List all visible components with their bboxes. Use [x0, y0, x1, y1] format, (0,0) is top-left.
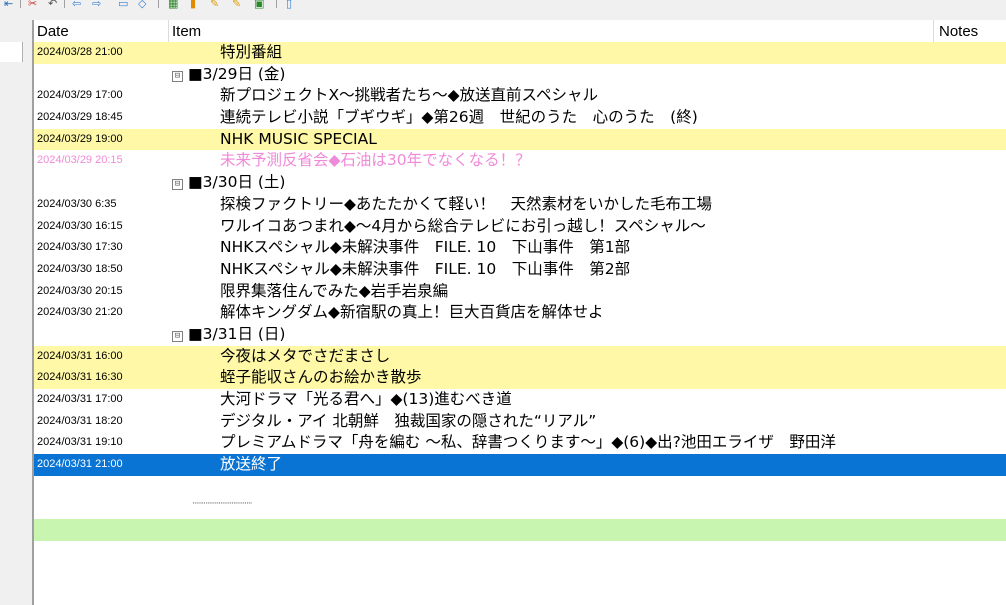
collapse-icon[interactable]: ⊟: [172, 70, 183, 82]
list-item-date: 2024/03/30 6:35: [37, 197, 117, 210]
toolbar-separator: [276, 0, 277, 8]
list-item-title: 特別番組: [220, 43, 283, 61]
calendar-icon[interactable]: ▦: [168, 0, 178, 9]
group-label: ■3/30日 (土): [188, 173, 286, 192]
list-item-date: 2024/03/31 19:10: [37, 436, 123, 449]
column-header-notes[interactable]: Notes: [934, 20, 1006, 42]
list-item-date: 2024/03/30 16:15: [37, 219, 123, 232]
list-item-date: 2024/03/29 17:00: [37, 89, 123, 102]
list-item-title: NHKスペシャル◆未解決事件 FILE. 10 下山事件 第2部: [220, 259, 631, 278]
list-item-title: 放送終了: [220, 455, 283, 474]
toolbar-separator: [20, 0, 21, 8]
list-item[interactable]: 2024/03/31 16:00 今夜はメタでさだまさし: [34, 345, 1006, 368]
search-next-icon[interactable]: ✎: [232, 0, 241, 9]
list-item[interactable]: 2024/03/30 20:15 限界集落住んでみた◆岩手岩泉編: [34, 281, 1006, 303]
list-item[interactable]: 2024/03/31 18:20 デジタル・アイ 北朝鮮 独裁国家の隠された“リア…: [34, 411, 1006, 433]
toolbar-separator: [158, 0, 159, 8]
list-item[interactable]: 2024/03/29 20:15 未来予測反省会◆石油は30年でなくなる！？: [34, 150, 1006, 172]
list-item-date: 2024/03/29 19:00: [37, 132, 123, 145]
list-item-date: 2024/03/29 18:45: [37, 111, 123, 124]
list-item[interactable]: [34, 476, 1006, 498]
group-header-content: ⊟ ■3/31日 (日): [172, 324, 285, 346]
list-item-date: 2024/03/29 20:15: [37, 154, 123, 167]
group-header-content: ⊟ ■3/30日 (土): [172, 172, 285, 194]
list-item[interactable]: 2024/03/28 21:00 特別番組: [34, 42, 1006, 64]
list-item-title: NHKスペシャル◆未解決事件 FILE. 10 下山事件 第1部: [220, 238, 631, 257]
list-item-title: 新プロジェクトX～挑戦者たち～◆放送直前スペシャル: [220, 86, 598, 105]
back-icon[interactable]: ⇤: [4, 0, 13, 9]
column-header: Date Item Notes: [34, 20, 1006, 43]
list-item-date: 2024/03/31 17:00: [37, 393, 123, 405]
list-item-date: 2024/03/31 18:20: [37, 414, 123, 427]
list-item-title: NHK MUSIC SPECIAL: [220, 129, 377, 148]
group-header[interactable]: ⊟ ■3/29日 (金): [34, 64, 1006, 86]
list-item[interactable]: 2024/03/30 6:35 探検ファクトリー◆あたたかくて軽い！ 天然素材をい…: [34, 194, 1006, 216]
list-item-title: 大河ドラマ「光る君へ」◆(13)進むべき道: [220, 390, 512, 408]
list-item-title: 連続テレビ小説「ブギウギ」◆第26週 世紀のうた 心のうた (終): [220, 108, 698, 127]
list-item-date: 2024/03/28 21:00: [37, 46, 123, 58]
list-item[interactable]: 2024/03/30 21:20 解体キングダム◆新宿駅の真上！巨大百貨店を解体せ…: [34, 302, 1006, 324]
program-list[interactable]: Date Item Notes 2024/03/28 21:00 特別番組 ⊟ ■3/…: [34, 20, 1006, 605]
list-item-title: 解体キングダム◆新宿駅の真上！巨大百貨店を解体せよ: [220, 303, 604, 322]
list-item[interactable]: 2024/03/31 17:00 大河ドラマ「光る君へ」◆(13)進むべき道: [34, 389, 1006, 411]
list-item[interactable]: 2024/03/29 18:45 連続テレビ小説「ブギウギ」◆第26週 世紀のうた…: [34, 107, 1006, 129]
list-item[interactable]: 2024/03/29 19:00 NHK MUSIC SPECIAL: [34, 128, 1006, 151]
list-item-date: 2024/03/30 20:15: [37, 284, 123, 297]
list-placeholder: ································: [34, 497, 1006, 519]
list-rows: 2024/03/28 21:00 特別番組 ⊟ ■3/29日 (金) 2024/03/2…: [34, 42, 1006, 541]
list-item[interactable]: [34, 519, 1006, 541]
toolbar-separator: [64, 0, 65, 8]
list-item[interactable]: 2024/03/31 19:10 プレミアムドラマ「舟を編む ～私、辞書つくります…: [34, 432, 1006, 454]
list-item-date: 2024/03/30 17:30: [37, 241, 123, 254]
column-header-item[interactable]: Item: [169, 20, 933, 42]
list-item-date: 2024/03/30 21:20: [37, 306, 123, 319]
list-item-title: 限界集落住んでみた◆岩手岩泉編: [220, 281, 449, 300]
view-icon[interactable]: ◇: [138, 0, 146, 9]
list-item-date: 2024/03/31 16:00: [37, 349, 123, 362]
group-header[interactable]: ⊟ ■3/31日 (日): [34, 324, 1006, 346]
list-item[interactable]: 2024/03/29 17:00 新プロジェクトX～挑戦者たち～◆放送直前スペシャ…: [34, 85, 1006, 107]
search-icon[interactable]: ✎: [210, 0, 219, 9]
cut-icon[interactable]: ✂: [28, 0, 37, 9]
left-pane[interactable]: [0, 20, 32, 605]
list-item[interactable]: 2024/03/31 16:30 蛭子能収さんのお絵かき散歩: [34, 367, 1006, 389]
group-label: ■3/31日 (日): [188, 324, 286, 343]
group-label: ■3/29日 (金): [188, 64, 286, 83]
list-item[interactable]: 2024/03/30 16:15 ワルイコあつまれ◆～4月から総合テレビにお引っ越…: [34, 216, 1006, 238]
list-item-title: プレミアムドラマ「舟を編む ～私、辞書つくります～」◆(6)◆出?池田エライザ …: [220, 433, 836, 452]
collapse-icon[interactable]: ⊟: [172, 330, 183, 342]
list-item-title: 蛭子能収さんのお絵かき散歩: [220, 368, 422, 387]
page-icon[interactable]: ▯: [286, 0, 292, 9]
list-item-title: 未来予測反省会◆石油は30年でなくなる！？: [220, 151, 531, 170]
list-item-date: 2024/03/30 18:50: [37, 262, 123, 275]
dotted-line: ································: [192, 499, 253, 510]
undo-icon[interactable]: ↶: [48, 0, 57, 9]
arrow-left-icon[interactable]: ⇦: [72, 0, 81, 9]
list-item-title: 探検ファクトリー◆あたたかくて軽い！ 天然素材をいかした毛布工場: [220, 194, 712, 213]
list-item-date: 2024/03/31 21:00: [37, 458, 123, 471]
column-header-date[interactable]: Date: [34, 20, 168, 42]
pin-icon[interactable]: ▮: [190, 0, 196, 9]
arrow-right-icon[interactable]: ⇨: [92, 0, 101, 9]
left-pane-selection[interactable]: [0, 42, 23, 62]
collapse-icon[interactable]: ⊟: [172, 179, 183, 191]
list-item-title: 今夜はメタでさだまさし: [220, 346, 391, 365]
document-icon[interactable]: ▭: [118, 0, 128, 9]
list-item-title: ワルイコあつまれ◆～4月から総合テレビにお引っ越し！スペシャル～: [220, 216, 706, 235]
group-header[interactable]: ⊟ ■3/30日 (土): [34, 172, 1006, 194]
list-item[interactable]: 2024/03/30 17:30 NHKスペシャル◆未解決事件 FILE. 10 …: [34, 237, 1006, 259]
list-item[interactable]: 2024/03/30 18:50 NHKスペシャル◆未解決事件 FILE. 10 …: [34, 259, 1006, 281]
save-icon[interactable]: ▣: [254, 0, 264, 9]
toolbar: ⇤ ✂ ↶ ⇦ ⇨ ▭ ◇ ▦ ▮ ✎ ✎ ▣ ▯: [0, 0, 1006, 20]
list-item[interactable]: 2024/03/31 21:00 放送終了: [34, 454, 1006, 476]
list-item-date: 2024/03/31 16:30: [37, 371, 123, 384]
group-header-content: ⊟ ■3/29日 (金): [172, 64, 285, 86]
list-item-title: デジタル・アイ 北朝鮮 独裁国家の隠された“リアル”: [220, 411, 597, 430]
